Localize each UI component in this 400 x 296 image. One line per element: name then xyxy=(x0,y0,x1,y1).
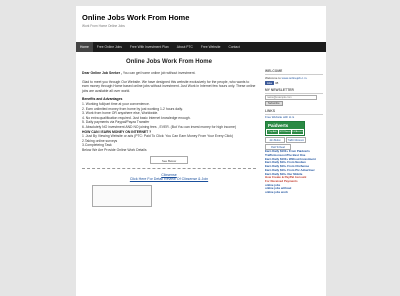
paidverts-logo: Paidverts xyxy=(266,122,304,130)
welcome-label: Welcome to xyxy=(265,76,281,80)
welcome-heading: WELCOME xyxy=(265,69,283,73)
divider xyxy=(265,93,323,94)
thumb-image[interactable]: Join Button xyxy=(265,137,285,144)
nav-item-home[interactable]: Home xyxy=(76,42,93,52)
email-field[interactable] xyxy=(265,95,317,100)
site-header: Online Jobs Work From Home Work From Hom… xyxy=(76,6,326,42)
sidebar: WELCOME Welcome to www.onlinejob.c.m. Li… xyxy=(265,66,323,195)
greeting: Dear Online Job Seeker , You can get hom… xyxy=(82,71,256,76)
thumb-image[interactable]: Traffic Monsoon xyxy=(285,137,306,144)
paidverts-button[interactable]: Full Access xyxy=(291,130,303,135)
nav-item-free-online-jobs[interactable]: Free Online Jobs xyxy=(93,42,126,52)
divider xyxy=(265,74,323,75)
paidverts-buttons: Pay Ads 50% Bonus Full Access xyxy=(266,129,304,135)
how-item: Below We Are Provide Online Work Details xyxy=(82,147,147,152)
greeting-text: You can get home online job without inve… xyxy=(121,71,196,75)
paidverts-button[interactable]: Pay Ads xyxy=(267,130,279,135)
sidebar-link[interactable]: Free Website with H.rs xyxy=(265,115,323,120)
greeting-bold: Dear Online Job Seeker , xyxy=(82,71,122,75)
nav-item-about-ptc[interactable]: About PTC xyxy=(173,42,197,52)
nav-item-investment-plan[interactable]: Free With Investment Plan xyxy=(126,42,173,52)
divider xyxy=(82,167,256,169)
clixsense-image[interactable] xyxy=(92,184,152,207)
list-item[interactable]: online jobs work xyxy=(265,190,323,195)
fb-like-button[interactable]: Like xyxy=(265,81,275,85)
thumb-row: Join Button Traffic Monsoon xyxy=(265,136,323,144)
sidebar-link-list: Earn Daily $100+ From Paidverts Trafficm… xyxy=(265,150,323,194)
main-navigation: Home Free Online Jobs Free With Investme… xyxy=(76,42,326,52)
page-wrapper: Online Jobs Work From Home Work From Hom… xyxy=(76,6,326,296)
links-heading: LINKS xyxy=(265,108,276,113)
benefit-item: 6. Absolutely NO investment AND NO joini… xyxy=(82,124,236,129)
see-below-banner[interactable]: See Below xyxy=(150,155,188,164)
paidverts-button[interactable]: 50% Bonus xyxy=(279,130,291,135)
welcome-text: Welcome to www.onlinejob.c.m. xyxy=(265,76,323,80)
subscribe-button[interactable]: Subscribe xyxy=(265,100,283,106)
site-description: Work From Home Online Jobs xyxy=(82,24,125,28)
welcome-site-link[interactable]: www.onlinejob.c.m. xyxy=(282,76,308,80)
post-content: Dear Online Job Seeker , You can get hom… xyxy=(82,71,256,207)
fb-like-count: 38 xyxy=(274,81,279,85)
page-title: Online Jobs Work From Home xyxy=(126,59,212,65)
paidverts-banner[interactable]: Paidverts Pay Ads 50% Bonus Full Access xyxy=(265,121,305,137)
fb-like-box: Like 38 xyxy=(265,81,323,85)
nav-item-free-website[interactable]: Free Website xyxy=(197,42,225,52)
main-content: Online Jobs Work From Home Dear Online J… xyxy=(76,59,262,207)
nav-item-contact[interactable]: Contact xyxy=(224,42,243,52)
site-title[interactable]: Online Jobs Work From Home xyxy=(82,13,326,22)
intro-paragraph: Glad to meet you through Our Website. We… xyxy=(82,79,256,93)
newsletter-heading: MY NEWSLETTER xyxy=(265,88,294,92)
clixsense-review-link[interactable]: Click Here For Detail Review Of Clixsens… xyxy=(82,177,256,182)
